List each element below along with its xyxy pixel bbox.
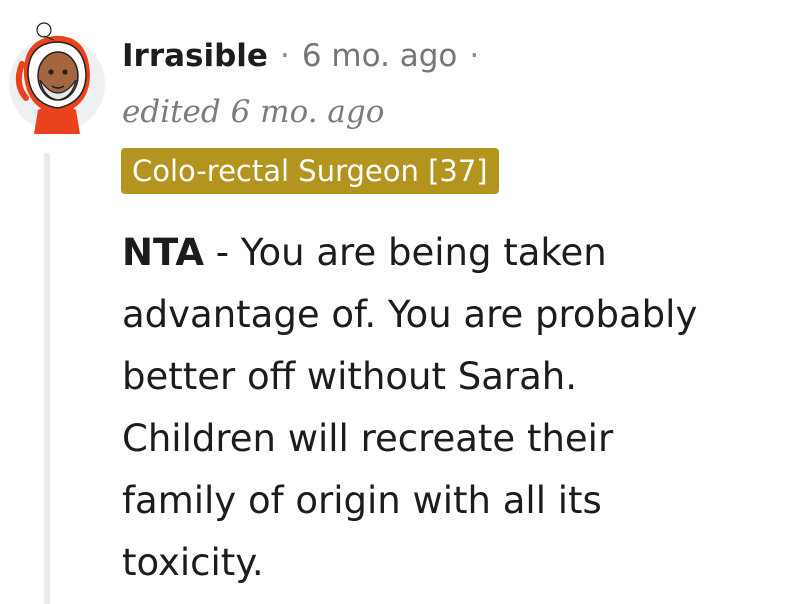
user-avatar[interactable] [8, 14, 106, 138]
thread-line[interactable] [44, 153, 50, 604]
comment-body-line: better off without Sarah. [122, 355, 578, 398]
comment-body-text: - You are being taken [203, 231, 607, 274]
comment-body-line: advantage of. You are probably [122, 293, 698, 336]
comment-body: NTA - You are being taken advantage of. … [122, 222, 792, 594]
comment-body-line: family of origin with all its [122, 479, 602, 522]
comment-timestamp[interactable]: 6 mo. ago [302, 38, 458, 74]
comment-body-line: NTA - You are being taken [122, 222, 792, 284]
user-flair: Colo-rectal Surgeon [37] [121, 148, 499, 194]
comment-meta: Irrasible · 6 mo. ago · [122, 38, 479, 74]
verdict-text: NTA [122, 231, 204, 274]
meta-separator-trailing: · [469, 38, 480, 74]
comment-body-line: toxicity. [122, 541, 264, 584]
comment-body-line: Children will recreate their [122, 417, 614, 460]
author-username[interactable]: Irrasible [122, 38, 268, 74]
edited-timestamp: edited 6 mo. ago [122, 94, 385, 130]
meta-separator: · [279, 38, 290, 74]
